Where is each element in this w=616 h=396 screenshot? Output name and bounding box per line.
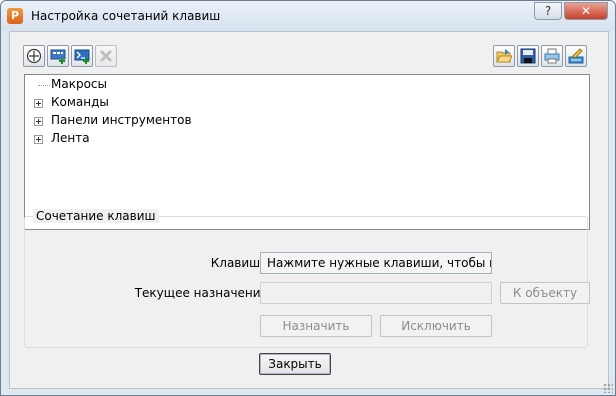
current-assignment-label: Текущее назначение:: [134, 286, 272, 300]
tree-item-ribbon[interactable]: Лента: [51, 131, 90, 145]
group-title: Сочетание клавиш: [33, 209, 159, 223]
assign-button[interactable]: Назначить: [260, 315, 372, 337]
goto-object-button[interactable]: К объекту: [500, 282, 590, 304]
window-title: Настройка сочетаний клавиш: [31, 9, 221, 23]
print-icon: [544, 48, 560, 64]
add-shortcut-icon: [50, 49, 66, 64]
close-window-button[interactable]: ✕: [564, 2, 608, 20]
open-button[interactable]: [493, 45, 515, 67]
expand-plus-icon[interactable]: [34, 117, 43, 126]
add-item-button[interactable]: [23, 45, 45, 67]
remove-button[interactable]: Исключить: [380, 315, 492, 337]
add-shortcut-button[interactable]: [47, 45, 69, 67]
delete-icon: [99, 49, 113, 63]
dialog-body: Макросы Команды Панели инструментов Лент…: [9, 31, 609, 389]
close-button[interactable]: Закрыть: [259, 353, 331, 375]
tree-item-toolbars[interactable]: Панели инструментов: [51, 113, 192, 127]
save-icon: [520, 48, 536, 64]
keys-input[interactable]: Нажмите нужные клавиши, чтобы прове: [260, 252, 492, 274]
command-tree[interactable]: Макросы Команды Панели инструментов Лент…: [24, 74, 590, 230]
add-command-icon: [74, 49, 90, 64]
expand-plus-icon[interactable]: [34, 99, 43, 108]
title-bar[interactable]: P Настройка сочетаний клавиш ? ✕: [1, 1, 615, 31]
help-button[interactable]: ?: [534, 2, 562, 20]
tree-item-macros[interactable]: Макросы: [51, 77, 107, 91]
add-circle-icon: [26, 48, 42, 64]
tree-item-commands[interactable]: Команды: [51, 95, 109, 109]
print-button[interactable]: [541, 45, 563, 67]
open-folder-icon: [496, 49, 512, 63]
dialog-window: P Настройка сочетаний клавиш ? ✕ Макросы…: [0, 0, 616, 396]
edit-icon: [568, 48, 584, 64]
resize-grip-icon[interactable]: [603, 383, 613, 393]
delete-button[interactable]: [95, 45, 117, 67]
current-assignment-field: [260, 282, 492, 304]
edit-button[interactable]: [565, 45, 587, 67]
app-logo-icon: P: [7, 8, 23, 24]
expand-plus-icon[interactable]: [34, 135, 43, 144]
add-command-button[interactable]: [71, 45, 93, 67]
save-button[interactable]: [517, 45, 539, 67]
tree-connector: [38, 85, 50, 86]
